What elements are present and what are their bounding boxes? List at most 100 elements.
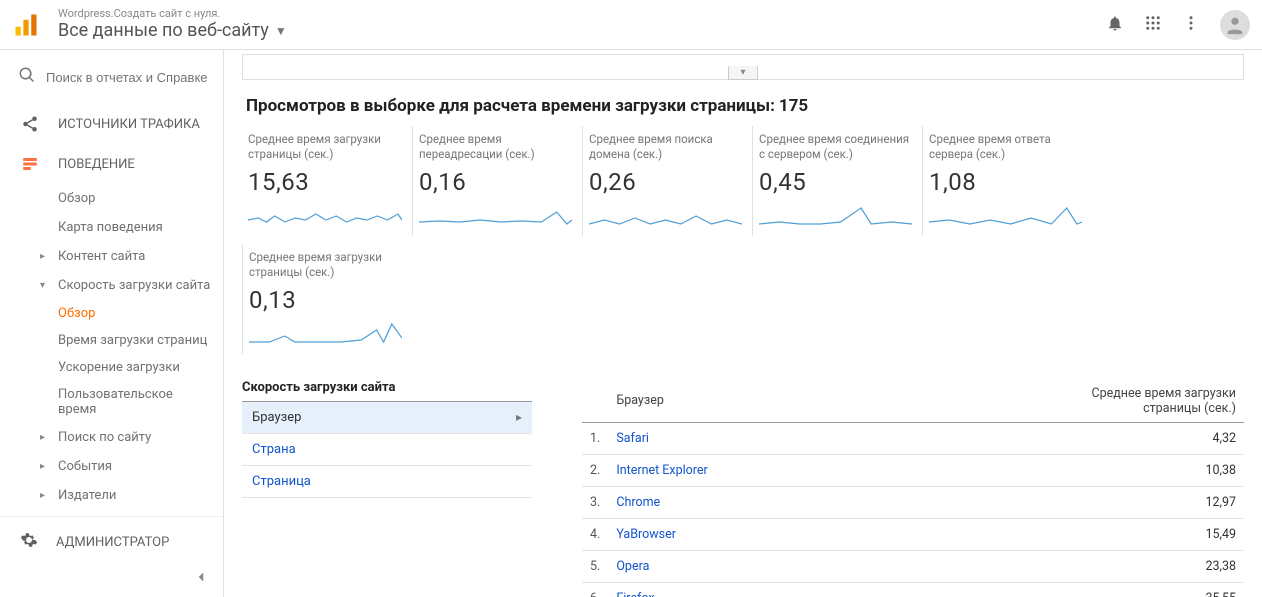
apps-icon[interactable] bbox=[1144, 14, 1162, 36]
dimension-page[interactable]: Страница bbox=[242, 466, 532, 498]
subnav-speed-overview[interactable]: Обзор bbox=[0, 300, 223, 327]
row-value: 4,32 bbox=[863, 422, 1244, 454]
metric-card[interactable]: Среднее время соединения с сервером (сек… bbox=[752, 126, 922, 236]
row-index: 3. bbox=[582, 486, 608, 518]
app-header: Wordpress.Создать сайт с нуля. Все данны… bbox=[0, 0, 1262, 50]
nav-label: ПОВЕДЕНИЕ bbox=[58, 157, 135, 172]
ga-logo-icon bbox=[12, 11, 40, 39]
data-table-panel: Браузер Среднее время загрузки страницы … bbox=[582, 380, 1244, 597]
browser-link[interactable]: Safari bbox=[616, 431, 649, 446]
nav-label: АДМИНИСТРАТОР bbox=[56, 535, 169, 550]
metric-card[interactable]: Среднее время ответа сервера (сек.) 1,08 bbox=[922, 126, 1092, 236]
table-row: 3. Chrome 12,97 bbox=[582, 486, 1244, 518]
metric-value: 0,45 bbox=[759, 168, 912, 196]
sparkline-chart bbox=[759, 198, 912, 230]
browser-link[interactable]: Internet Explorer bbox=[616, 463, 707, 478]
view-name: Все данные по веб-сайту bbox=[58, 20, 269, 42]
account-avatar[interactable] bbox=[1220, 10, 1250, 40]
subnav-overview[interactable]: Обзор bbox=[0, 184, 223, 213]
gear-icon bbox=[20, 531, 38, 553]
subnav-user-timings[interactable]: Пользовательское время bbox=[0, 381, 223, 423]
sparkline-chart bbox=[419, 198, 572, 230]
metric-label: Среднее время переадресации (сек.) bbox=[419, 132, 572, 162]
metric-card[interactable]: Среднее время поиска домена (сек.) 0,26 bbox=[582, 126, 752, 236]
nav-admin[interactable]: АДМИНИСТРАТОР bbox=[0, 516, 223, 567]
metric-value: 0,26 bbox=[589, 168, 742, 196]
report-content: ▾ Просмотров в выборке для расчета време… bbox=[224, 50, 1262, 597]
sparkline-chart bbox=[589, 198, 742, 230]
dimension-browser[interactable]: Браузер ▸ bbox=[242, 402, 532, 434]
share-icon bbox=[20, 115, 40, 133]
sparkline-chart bbox=[248, 198, 402, 230]
caret-down-icon: ▼ bbox=[275, 24, 287, 38]
browser-speed-table: Браузер Среднее время загрузки страницы … bbox=[582, 380, 1244, 597]
notifications-icon[interactable] bbox=[1106, 14, 1124, 36]
table-header-metric: Среднее время загрузки страницы (сек.) bbox=[863, 380, 1244, 423]
dimension-panel: Скорость загрузки сайта Браузер ▸ Страна… bbox=[242, 380, 532, 597]
row-index: 2. bbox=[582, 454, 608, 486]
subnav-site-search[interactable]: Поиск по сайту bbox=[0, 423, 223, 452]
table-row: 6. Firefox 35,55 bbox=[582, 582, 1244, 597]
metric-value: 15,63 bbox=[248, 168, 402, 196]
row-browser: Internet Explorer bbox=[608, 454, 863, 486]
metric-card[interactable]: Среднее время переадресации (сек.) 0,16 bbox=[412, 126, 582, 236]
browser-link[interactable]: YaBrowser bbox=[616, 527, 676, 542]
metric-label: Среднее время соединения с сервером (сек… bbox=[759, 132, 912, 162]
collapsed-chart-bar: ▾ bbox=[242, 54, 1244, 80]
metric-card[interactable]: Среднее время загрузки страницы (сек.) 1… bbox=[242, 126, 412, 236]
behavior-icon bbox=[20, 155, 40, 173]
metric-label: Среднее время загрузки страницы (сек.) bbox=[249, 250, 402, 280]
row-value: 35,55 bbox=[863, 582, 1244, 597]
sample-heading: Просмотров в выборке для расчета времени… bbox=[242, 80, 1244, 126]
sparkline-chart bbox=[929, 198, 1082, 230]
nav-behavior[interactable]: ПОВЕДЕНИЕ bbox=[0, 144, 223, 184]
collapse-sidebar-button[interactable] bbox=[189, 565, 213, 589]
table-row: 5. Opera 23,38 bbox=[582, 550, 1244, 582]
metrics-grid: Среднее время загрузки страницы (сек.) 1… bbox=[242, 126, 1244, 362]
metric-label: Среднее время поиска домена (сек.) bbox=[589, 132, 742, 162]
subnav-site-speed[interactable]: Скорость загрузки сайта bbox=[0, 271, 223, 300]
nav-traffic-sources[interactable]: ИСТОЧНИКИ ТРАФИКА bbox=[0, 104, 223, 144]
metric-label: Среднее время ответа сервера (сек.) bbox=[929, 132, 1082, 162]
browser-link[interactable]: Chrome bbox=[616, 495, 660, 510]
metric-label: Среднее время загрузки страницы (сек.) bbox=[248, 132, 402, 162]
property-name: Wordpress.Создать сайт с нуля. bbox=[58, 7, 287, 20]
expand-handle[interactable]: ▾ bbox=[728, 66, 758, 80]
subnav-page-timings[interactable]: Время загрузки страниц bbox=[0, 327, 223, 354]
row-index: 6. bbox=[582, 582, 608, 597]
search-input[interactable] bbox=[46, 70, 207, 85]
row-value: 15,49 bbox=[863, 518, 1244, 550]
dimension-country[interactable]: Страна bbox=[242, 434, 532, 466]
row-browser: Firefox bbox=[608, 582, 863, 597]
row-browser: Chrome bbox=[608, 486, 863, 518]
left-sidebar: ИСТОЧНИКИ ТРАФИКА ПОВЕДЕНИЕ Обзор Карта … bbox=[0, 50, 224, 597]
subnav-speed-suggestions[interactable]: Ускорение загрузки bbox=[0, 354, 223, 381]
table-row: 2. Internet Explorer 10,38 bbox=[582, 454, 1244, 486]
row-value: 12,97 bbox=[863, 486, 1244, 518]
metric-card[interactable]: Среднее время загрузки страницы (сек.) 0… bbox=[242, 244, 412, 354]
view-selector[interactable]: Wordpress.Создать сайт с нуля. Все данны… bbox=[58, 7, 287, 42]
row-index: 5. bbox=[582, 550, 608, 582]
row-browser: Opera bbox=[608, 550, 863, 582]
subnav-events[interactable]: События bbox=[0, 452, 223, 481]
subnav-flow[interactable]: Карта поведения bbox=[0, 213, 223, 242]
table-row: 4. YaBrowser 15,49 bbox=[582, 518, 1244, 550]
more-vert-icon[interactable] bbox=[1182, 14, 1200, 36]
subnav-publisher[interactable]: Издатели bbox=[0, 481, 223, 510]
browser-link[interactable]: Opera bbox=[616, 559, 649, 574]
row-index: 1. bbox=[582, 422, 608, 454]
dimension-panel-title: Скорость загрузки сайта bbox=[242, 380, 532, 402]
row-index: 4. bbox=[582, 518, 608, 550]
nav-label: ИСТОЧНИКИ ТРАФИКА bbox=[58, 117, 200, 132]
metric-value: 1,08 bbox=[929, 168, 1082, 196]
metric-value: 0,16 bbox=[419, 168, 572, 196]
browser-link[interactable]: Firefox bbox=[616, 591, 654, 597]
row-browser: YaBrowser bbox=[608, 518, 863, 550]
sparkline-chart bbox=[249, 316, 402, 348]
search-icon bbox=[18, 66, 36, 88]
row-value: 23,38 bbox=[863, 550, 1244, 582]
subnav-site-content[interactable]: Контент сайта bbox=[0, 242, 223, 271]
chevron-right-icon: ▸ bbox=[516, 410, 522, 424]
metric-value: 0,13 bbox=[249, 286, 402, 314]
table-row: 1. Safari 4,32 bbox=[582, 422, 1244, 454]
